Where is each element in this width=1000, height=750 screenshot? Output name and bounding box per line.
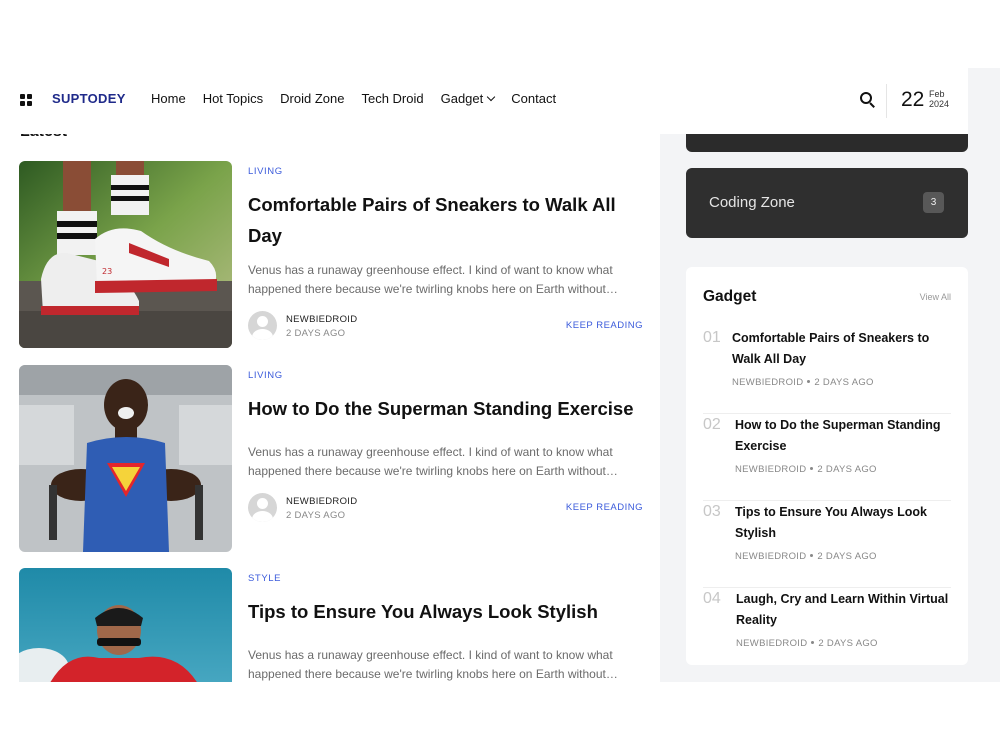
post-card: 23 LIVING Comfortable Pairs of Sneakers …: [19, 161, 649, 351]
post-body: LIVING How to Do the Superman Standing E…: [248, 365, 648, 523]
gadget-item-title[interactable]: Comfortable Pairs of Sneakers to Walk Al…: [732, 328, 952, 369]
post-date: 2 DAYS AGO: [286, 510, 346, 521]
post-author[interactable]: NEWBIEDROID: [286, 496, 357, 507]
post-thumbnail-sneakers[interactable]: 23: [19, 161, 232, 348]
post-category[interactable]: STYLE: [248, 573, 648, 584]
search-icon[interactable]: [860, 92, 875, 108]
date-day: 22: [901, 88, 925, 111]
site-header: SUPTODEY Home Hot Topics Droid Zone Tech…: [0, 68, 968, 134]
post-author[interactable]: NEWBIEDROID: [286, 314, 357, 325]
gadget-item-title[interactable]: Tips to Ensure You Always Look Stylish: [735, 502, 955, 543]
category-card-coding-zone[interactable]: Coding Zone 3: [686, 168, 968, 238]
nav-item-gadget[interactable]: Gadget: [440, 91, 496, 106]
post-card: LIVING How to Do the Superman Standing E…: [19, 365, 649, 555]
post-meta: NEWBIEDROID 2 DAYS AGO KEEP READING: [248, 311, 648, 341]
category-card-count: 3: [923, 192, 944, 213]
post-thumbnail-superman[interactable]: [19, 365, 232, 552]
menu-grid-icon[interactable]: [20, 94, 33, 107]
gadget-item-meta: NEWBIEDROID 2 DAYS AGO: [735, 464, 877, 475]
post-excerpt: Venus has a runaway greenhouse effect. I…: [248, 648, 618, 681]
post-title[interactable]: Tips to Ensure You Always Look Stylish: [248, 596, 648, 627]
gadget-item-number: 02: [703, 416, 721, 433]
keep-reading-link[interactable]: KEEP READING: [566, 502, 643, 513]
superman-exercise-image: [19, 365, 232, 552]
post-thumbnail-stylish[interactable]: [19, 568, 232, 682]
gadget-item-number: 03: [703, 503, 721, 520]
gadget-item-author: NEWBIEDROID: [735, 551, 807, 562]
separator-dot: [810, 554, 814, 557]
gadget-item-title[interactable]: How to Do the Superman Standing Exercise: [735, 415, 955, 456]
main-nav: Home Hot Topics Droid Zone Tech Droid Ga…: [151, 91, 556, 106]
gadget-item-author: NEWBIEDROID: [732, 377, 804, 388]
nav-item-hot-topics[interactable]: Hot Topics: [203, 91, 263, 106]
keep-reading-link[interactable]: KEEP READING: [566, 320, 643, 331]
gadget-item-meta: NEWBIEDROID 2 DAYS AGO: [732, 377, 874, 388]
gadget-item-number: 01: [703, 329, 721, 346]
nav-item-gadget-label: Gadget: [440, 91, 484, 106]
separator-dot: [811, 641, 815, 644]
gadget-item-ago: 2 DAYS AGO: [814, 377, 874, 388]
author-avatar: [248, 311, 277, 340]
separator-dot: [810, 467, 814, 470]
gadget-item-meta: NEWBIEDROID 2 DAYS AGO: [736, 638, 878, 649]
nav-item-tech-droid[interactable]: Tech Droid: [361, 91, 423, 106]
gadget-item-number: 04: [703, 590, 721, 607]
post-card: STYLE Tips to Ensure You Always Look Sty…: [19, 568, 649, 682]
chevron-down-icon: [487, 92, 496, 102]
gadget-widget-title: Gadget: [703, 288, 757, 305]
gadget-list-item[interactable]: 03 Tips to Ensure You Always Look Stylis…: [703, 501, 951, 588]
post-date: 2 DAYS AGO: [286, 328, 346, 339]
nav-item-contact[interactable]: Contact: [511, 91, 556, 106]
post-meta: NEWBIEDROID 2 DAYS AGO KEEP READING: [248, 493, 648, 523]
header-divider: [886, 84, 887, 118]
date-month-year: Feb 2024: [929, 89, 949, 109]
gadget-item-ago: 2 DAYS AGO: [817, 464, 877, 475]
gadget-item-author: NEWBIEDROID: [735, 464, 807, 475]
post-title[interactable]: Comfortable Pairs of Sneakers to Walk Al…: [248, 189, 648, 251]
gadget-list-item[interactable]: 01 Comfortable Pairs of Sneakers to Walk…: [703, 327, 951, 414]
separator-dot: [807, 380, 811, 383]
post-excerpt: Venus has a runaway greenhouse effect. I…: [248, 263, 618, 296]
stylish-man-image: [19, 568, 232, 682]
nav-item-home[interactable]: Home: [151, 91, 186, 106]
svg-text:23: 23: [102, 267, 112, 276]
gadget-list-item[interactable]: 02 How to Do the Superman Standing Exerc…: [703, 414, 951, 501]
site-logo[interactable]: SUPTODEY: [52, 91, 126, 106]
view-all-link[interactable]: View All: [920, 292, 951, 302]
gadget-item-title[interactable]: Laugh, Cry and Learn Within Virtual Real…: [736, 589, 956, 630]
gadget-item-meta: NEWBIEDROID 2 DAYS AGO: [735, 551, 877, 562]
date-month: Feb: [929, 89, 945, 99]
post-category[interactable]: LIVING: [248, 370, 648, 381]
gadget-widget: Gadget View All 01 Comfortable Pairs of …: [686, 267, 968, 665]
post-category[interactable]: LIVING: [248, 166, 648, 177]
post-excerpt: Venus has a runaway greenhouse effect. I…: [248, 445, 618, 478]
gadget-list-item[interactable]: 04 Laugh, Cry and Learn Within Virtual R…: [703, 588, 951, 675]
post-body: STYLE Tips to Ensure You Always Look Sty…: [248, 568, 648, 682]
author-avatar: [248, 493, 277, 522]
gadget-item-ago: 2 DAYS AGO: [818, 638, 878, 649]
page-frame: Coding Zone 3 Gadget View All 01 Comfort…: [0, 68, 1000, 682]
nav-item-droid-zone[interactable]: Droid Zone: [280, 91, 344, 106]
gadget-item-ago: 2 DAYS AGO: [817, 551, 877, 562]
post-title[interactable]: How to Do the Superman Standing Exercise: [248, 393, 648, 424]
sneakers-image: 23: [19, 161, 232, 348]
category-card-label: Coding Zone: [709, 194, 795, 211]
date-year: 2024: [929, 99, 950, 109]
post-body: LIVING Comfortable Pairs of Sneakers to …: [248, 161, 648, 341]
gadget-item-author: NEWBIEDROID: [736, 638, 808, 649]
